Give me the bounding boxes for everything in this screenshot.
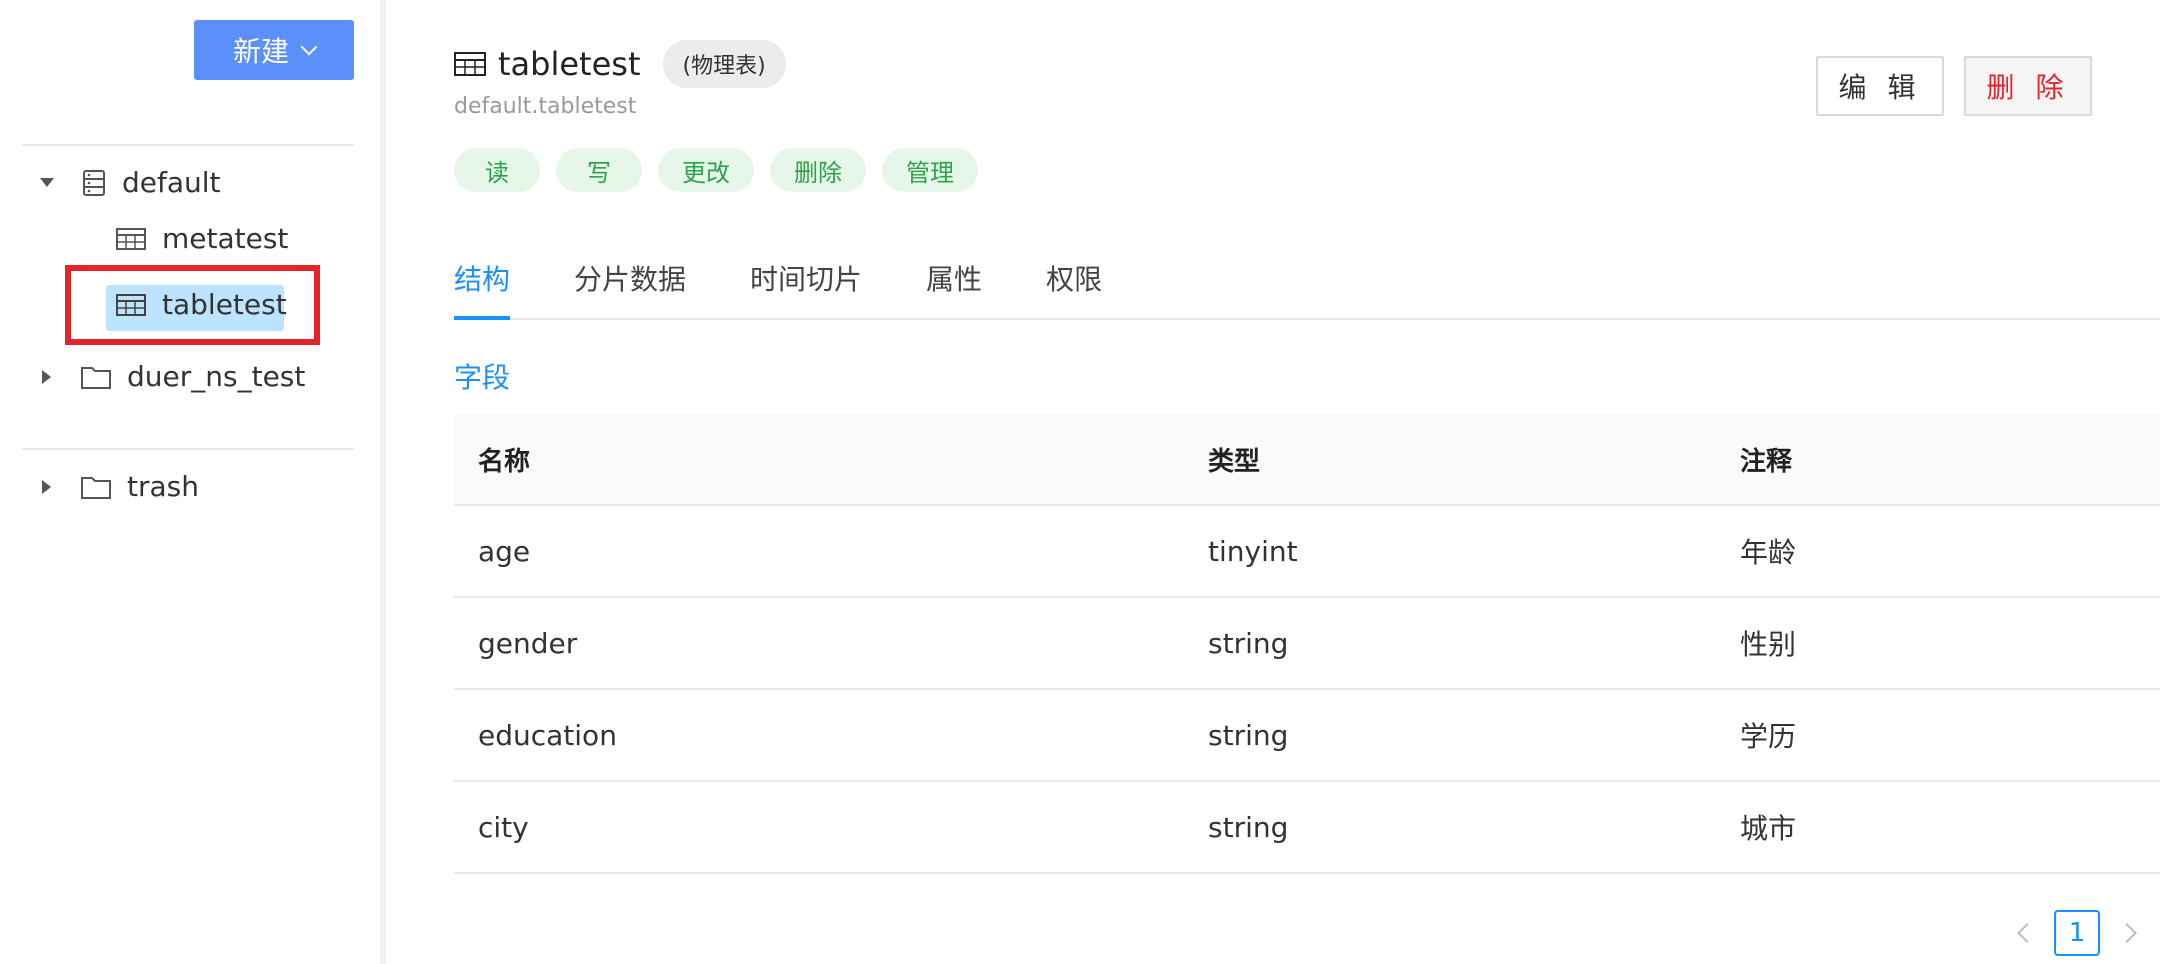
table-type-badge: (物理表) xyxy=(662,40,786,88)
caret-right-icon[interactable] xyxy=(42,369,51,384)
cell-comment: 年龄 xyxy=(1740,536,1797,569)
fields-table: 名称 类型 注释 age tinyint 年龄 gender string 性别… xyxy=(454,414,2160,874)
new-button[interactable]: 新建 xyxy=(194,20,354,80)
table-row: city string 城市 xyxy=(454,782,2160,874)
folder-icon xyxy=(81,476,111,499)
tab-permissions[interactable]: 权限 xyxy=(1046,252,1102,318)
table-row: education string 学历 xyxy=(454,690,2160,782)
tree-item-default[interactable]: default xyxy=(40,166,221,199)
permission-tag-delete: 删除 xyxy=(770,148,866,192)
table-icon xyxy=(116,227,146,250)
permission-tag-read: 读 xyxy=(454,148,540,192)
tree-item-label: tabletest xyxy=(162,288,287,321)
new-button-label: 新建 xyxy=(232,35,289,68)
sidebar-divider xyxy=(22,144,354,146)
cell-type: string xyxy=(1208,810,1289,844)
pagination: 1 xyxy=(2017,910,2137,956)
tree-item-label: default xyxy=(122,166,221,199)
permission-tag-manage: 管理 xyxy=(882,148,978,192)
chevron-left-icon[interactable] xyxy=(2017,923,2037,943)
tree-item-label: metatest xyxy=(162,222,289,255)
tab-partition-data[interactable]: 分片数据 xyxy=(574,252,686,318)
tree-item-duer-ns-test[interactable]: duer_ns_test xyxy=(42,360,305,393)
table-header: 名称 类型 注释 xyxy=(454,414,2160,506)
column-header-type: 类型 xyxy=(1208,446,1261,477)
caret-right-icon[interactable] xyxy=(42,479,51,494)
caret-down-icon[interactable] xyxy=(40,178,54,187)
tab-bar: 结构 分片数据 时间切片 属性 权限 xyxy=(454,252,2160,320)
page-number-current[interactable]: 1 xyxy=(2054,910,2100,956)
cell-comment: 学历 xyxy=(1740,720,1797,753)
database-icon xyxy=(83,169,105,196)
fields-section-title: 字段 xyxy=(454,361,511,394)
cell-type: string xyxy=(1208,626,1289,660)
permission-tag-write: 写 xyxy=(556,148,642,192)
table-icon xyxy=(454,52,486,76)
page-header: tabletest (物理表) xyxy=(454,40,786,88)
table-row: age tinyint 年龄 xyxy=(454,506,2160,598)
sidebar-divider xyxy=(22,448,354,450)
table-path: default.tabletest xyxy=(454,94,637,119)
tree-item-trash[interactable]: trash xyxy=(42,470,199,503)
cell-comment: 城市 xyxy=(1740,812,1797,845)
column-header-comment: 注释 xyxy=(1740,446,1793,477)
cell-type: string xyxy=(1208,718,1289,752)
page-title: tabletest xyxy=(498,45,641,83)
cell-name: city xyxy=(478,810,529,844)
tree-item-label: trash xyxy=(127,470,199,503)
tab-structure[interactable]: 结构 xyxy=(454,252,511,320)
permission-tags: 读 写 更改 删除 管理 xyxy=(454,148,978,192)
sidebar: 新建 default metatest tabletest duer_ns_te… xyxy=(0,0,386,964)
permission-tag-alter: 更改 xyxy=(658,148,754,192)
cell-name: education xyxy=(478,718,617,752)
column-header-name: 名称 xyxy=(478,446,531,477)
table-icon xyxy=(116,293,146,316)
tab-properties[interactable]: 属性 xyxy=(926,252,982,318)
chevron-right-icon[interactable] xyxy=(2117,923,2137,943)
tree-item-metatest[interactable]: metatest xyxy=(116,222,288,255)
table-row: gender string 性别 xyxy=(454,598,2160,690)
cell-name: gender xyxy=(478,626,578,660)
tree-item-label: duer_ns_test xyxy=(127,360,306,393)
cell-name: age xyxy=(478,534,531,568)
folder-icon xyxy=(81,366,111,389)
chevron-down-icon xyxy=(300,38,318,56)
edit-button[interactable]: 编 辑 xyxy=(1816,56,1944,116)
tree-item-tabletest[interactable]: tabletest xyxy=(116,288,287,321)
cell-comment: 性别 xyxy=(1740,628,1797,661)
main-panel: tabletest (物理表) default.tabletest 读 写 更改… xyxy=(392,0,2160,964)
cell-type: tinyint xyxy=(1208,534,1298,568)
tab-time-slice[interactable]: 时间切片 xyxy=(750,252,862,318)
delete-button[interactable]: 删 除 xyxy=(1964,56,2092,116)
